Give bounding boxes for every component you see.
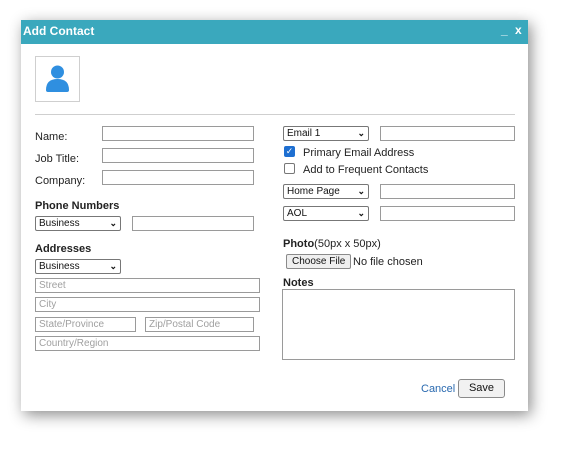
email-type-value: Email 1 [287, 128, 321, 139]
addresses-heading: Addresses [35, 243, 92, 255]
phone-type-select[interactable]: Business ⌄ [35, 216, 121, 231]
header-divider [35, 114, 515, 115]
job-title-label: Job Title: [35, 153, 80, 165]
im-type-select[interactable]: AOL ⌄ [283, 206, 369, 221]
save-button[interactable]: Save [458, 379, 505, 398]
chevron-down-icon: ⌄ [357, 128, 365, 138]
frequent-contacts-checkbox[interactable] [284, 163, 295, 174]
photo-hint: (50px x 50px) [314, 238, 381, 250]
no-file-text: No file chosen [353, 256, 423, 268]
email-input[interactable] [380, 126, 515, 141]
address-type-select[interactable]: Business ⌄ [35, 259, 121, 274]
im-address-input[interactable] [380, 206, 515, 221]
country-input[interactable] [35, 336, 260, 351]
state-input[interactable] [35, 317, 136, 332]
notes-textarea[interactable] [282, 289, 515, 360]
dialog-title: Add Contact [23, 24, 95, 38]
chevron-down-icon: ⌄ [357, 208, 365, 218]
title-bar[interactable]: Add Contact _ x [21, 20, 528, 44]
name-input[interactable] [102, 126, 254, 141]
company-label: Company: [35, 175, 86, 187]
phone-type-value: Business [39, 218, 80, 229]
user-avatar-icon [46, 65, 69, 92]
cancel-link[interactable]: Cancel [421, 383, 455, 395]
choose-file-button[interactable]: Choose File [286, 254, 352, 269]
web-type-select[interactable]: Home Page ⌄ [283, 184, 369, 199]
primary-email-label: Primary Email Address [303, 147, 415, 159]
im-type-value: AOL [287, 208, 308, 219]
company-input[interactable] [102, 170, 254, 185]
chevron-down-icon: ⌄ [357, 186, 365, 196]
address-type-value: Business [39, 261, 80, 272]
photo-label: Photo(50px x 50px) [283, 238, 381, 250]
name-label: Name: [35, 131, 68, 143]
email-type-select[interactable]: Email 1 ⌄ [283, 126, 369, 141]
city-input[interactable] [35, 297, 260, 312]
zip-input[interactable] [145, 317, 254, 332]
chevron-down-icon: ⌄ [109, 218, 117, 228]
close-button[interactable]: x [515, 23, 522, 37]
web-type-value: Home Page [287, 186, 340, 197]
street-input[interactable] [35, 278, 260, 293]
add-contact-dialog: Add Contact _ x Name: Job Title: Company… [21, 20, 528, 411]
phone-numbers-heading: Phone Numbers [35, 200, 120, 212]
minimize-button[interactable]: _ [501, 23, 508, 37]
chevron-down-icon: ⌄ [109, 261, 117, 271]
web-address-input[interactable] [380, 184, 515, 199]
phone-number-input[interactable] [132, 216, 254, 231]
frequent-contacts-label: Add to Frequent Contacts [303, 164, 429, 176]
notes-heading: Notes [283, 277, 314, 289]
photo-label-bold: Photo [283, 238, 315, 250]
job-title-input[interactable] [102, 148, 254, 163]
avatar[interactable] [35, 56, 80, 102]
primary-email-checkbox[interactable]: ✓ [284, 146, 295, 157]
